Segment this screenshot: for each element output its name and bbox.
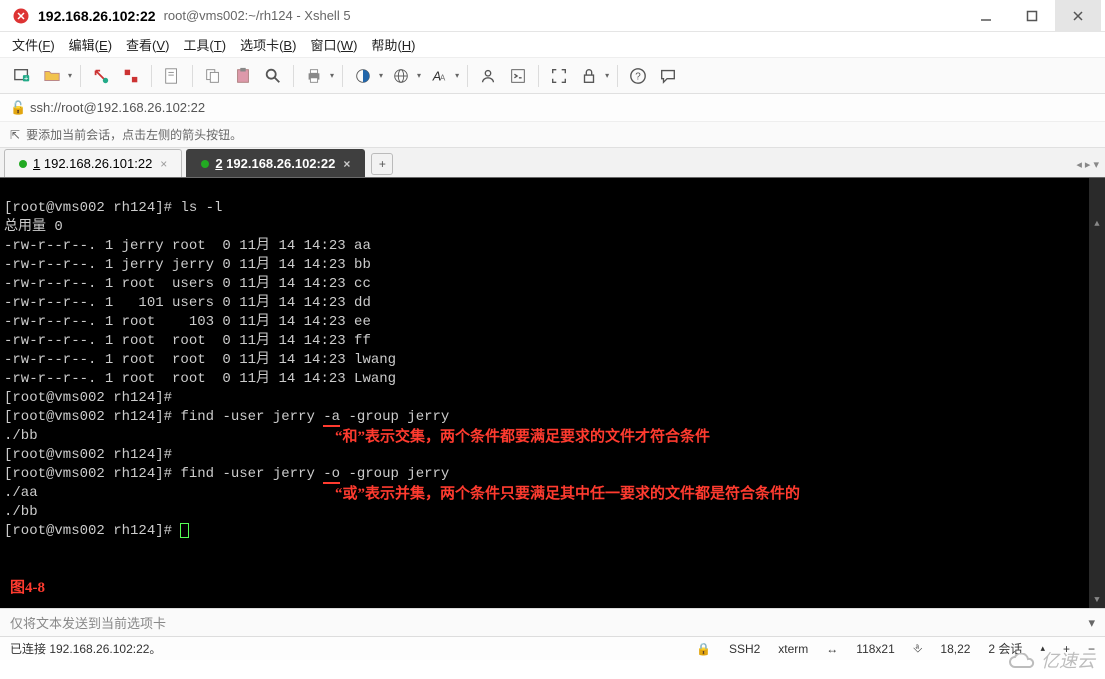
properties-icon[interactable] <box>160 64 184 88</box>
titlebar: 192.168.26.102:22 root@vms002:~/rh124 - … <box>0 0 1105 32</box>
user-icon[interactable] <box>476 64 500 88</box>
status-conn: 已连接 192.168.26.102:22。 <box>10 640 161 657</box>
status-resize-icon: ↔ <box>826 642 838 656</box>
maximize-button[interactable] <box>1009 0 1055 32</box>
window-subtitle: root@vms002:~/rh124 - Xshell 5 <box>164 8 963 23</box>
toolbar-separator <box>80 65 81 87</box>
tab-label: 192.168.26.101:22 <box>44 156 152 171</box>
paste-icon[interactable] <box>231 64 255 88</box>
menu-edit[interactable]: 编辑(E) <box>69 35 112 54</box>
globe-icon[interactable] <box>389 64 413 88</box>
reconnect-icon[interactable] <box>89 64 113 88</box>
color-dropdown-icon[interactable]: ▾ <box>379 71 383 80</box>
status-sessions: 2 会话 <box>988 640 1022 657</box>
menu-view[interactable]: 查看(V) <box>126 35 169 54</box>
status-ttype: xterm <box>778 642 808 656</box>
close-tab-icon[interactable]: × <box>343 157 350 171</box>
address-bar: 🔓 ssh://root@192.168.26.102:22 <box>0 94 1105 122</box>
status-dot-icon <box>201 160 209 168</box>
svg-text:A: A <box>440 73 446 82</box>
scroll-track[interactable] <box>1089 194 1105 592</box>
font-dropdown-icon[interactable]: ▾ <box>455 71 459 80</box>
toolbar-separator <box>342 65 343 87</box>
toolbar: + ▾ ▾ ▾ ▾ AA ▾ ▾ ? <box>0 58 1105 94</box>
fullscreen-icon[interactable] <box>547 64 571 88</box>
send-dropdown-icon[interactable]: ▾ <box>1088 615 1095 631</box>
find-icon[interactable] <box>261 64 285 88</box>
disconnect-icon[interactable] <box>119 64 143 88</box>
lock-dropdown-icon[interactable]: ▾ <box>605 71 609 80</box>
open-dropdown-icon[interactable]: ▾ <box>68 71 72 80</box>
new-session-icon[interactable]: + <box>10 64 34 88</box>
add-tab-button[interactable]: + <box>371 153 393 175</box>
address-lock-icon: 🔓 <box>10 100 24 116</box>
status-proto: SSH2 <box>729 642 760 656</box>
status-bar: 已连接 192.168.26.102:22。 🔒 SSH2 xterm ↔ 11… <box>0 636 1105 660</box>
print-icon[interactable] <box>302 64 326 88</box>
status-size: 118x21 <box>856 642 894 656</box>
annotation-or: “或”表示并集，两个条件只要满足其中任一要求的文件都是符合条件的 <box>335 485 800 504</box>
comment-icon[interactable] <box>656 64 680 88</box>
status-pos: 18,22 <box>940 642 970 656</box>
send-bar: 仅将文本发送到当前选项卡 ▾ <box>0 608 1105 636</box>
open-icon[interactable] <box>40 64 64 88</box>
figure-label: 图4-8 <box>10 579 45 598</box>
toolbar-separator <box>151 65 152 87</box>
send-input[interactable]: 仅将文本发送到当前选项卡 <box>10 613 1088 632</box>
tab-nav-arrows[interactable]: ◂ ▸ ▾ <box>1076 158 1099 171</box>
close-tab-icon[interactable]: × <box>160 157 167 171</box>
tabstrip: 1 192.168.26.101:22 × 2 192.168.26.102:2… <box>0 148 1105 178</box>
svg-text:?: ? <box>635 71 641 82</box>
menu-tools[interactable]: 工具(T) <box>183 35 226 54</box>
toolbar-separator <box>192 65 193 87</box>
session-tab-2[interactable]: 2 192.168.26.102:22 × <box>186 149 365 177</box>
status-sess-minus-icon[interactable]: − <box>1088 642 1095 656</box>
status-lock-icon: 🔒 <box>696 642 711 656</box>
toolbar-separator <box>538 65 539 87</box>
session-tab-1[interactable]: 1 192.168.26.101:22 × <box>4 149 182 177</box>
toolbar-separator <box>617 65 618 87</box>
terminal[interactable]: [root@vms002 rh124]# ls -l 总用量 0 -rw-r--… <box>0 178 1105 608</box>
menu-window[interactable]: 窗口(W) <box>310 35 357 54</box>
close-button[interactable] <box>1055 0 1101 32</box>
hint-arrow-icon[interactable]: ⇱ <box>10 128 20 142</box>
status-sess-up-icon[interactable]: ▴ <box>1040 643 1045 654</box>
app-icon <box>12 7 30 25</box>
minimize-button[interactable] <box>963 0 1009 32</box>
address-text[interactable]: ssh://root@192.168.26.102:22 <box>30 100 205 115</box>
lock-icon[interactable] <box>577 64 601 88</box>
tab-label: 192.168.26.102:22 <box>226 156 335 171</box>
scroll-down-icon[interactable]: ▼ <box>1089 592 1105 608</box>
toolbar-separator <box>467 65 468 87</box>
terminal-scrollbar[interactable]: ▲ ▼ <box>1089 178 1105 608</box>
color-icon[interactable] <box>351 64 375 88</box>
menu-help[interactable]: 帮助(H) <box>371 35 415 54</box>
status-pos-icon: ⎀ <box>913 641 923 656</box>
cursor-icon <box>180 523 189 538</box>
help-icon[interactable]: ? <box>626 64 650 88</box>
print-dropdown-icon[interactable]: ▾ <box>330 71 334 80</box>
globe-dropdown-icon[interactable]: ▾ <box>417 71 421 80</box>
status-sess-plus-icon[interactable]: + <box>1063 642 1070 656</box>
status-dot-icon <box>19 160 27 168</box>
hint-text: 要添加当前会话，点击左侧的箭头按钮。 <box>26 126 242 143</box>
hint-bar: ⇱ 要添加当前会话，点击左侧的箭头按钮。 <box>0 122 1105 148</box>
window-title: 192.168.26.102:22 <box>38 8 156 24</box>
menu-tabs[interactable]: 选项卡(B) <box>240 35 296 54</box>
annotation-and: “和”表示交集，两个条件都要满足要求的文件才符合条件 <box>335 428 710 447</box>
menubar: 文件(F) 编辑(E) 查看(V) 工具(T) 选项卡(B) 窗口(W) 帮助(… <box>0 32 1105 58</box>
script-icon[interactable] <box>506 64 530 88</box>
toolbar-separator <box>293 65 294 87</box>
menu-file[interactable]: 文件(F) <box>12 35 55 54</box>
svg-text:+: + <box>24 73 28 82</box>
copy-icon[interactable] <box>201 64 225 88</box>
font-icon[interactable]: AA <box>427 64 451 88</box>
